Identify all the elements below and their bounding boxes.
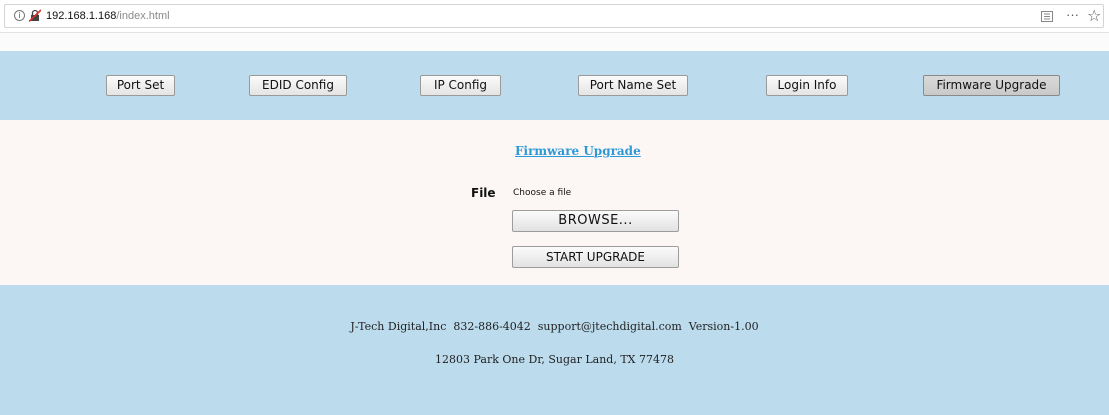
ip-config-button[interactable]: IP Config bbox=[420, 75, 501, 96]
file-status-text: Choose a file bbox=[513, 188, 572, 198]
login-info-button[interactable]: Login Info bbox=[766, 75, 848, 96]
main-content: Firmware Upgrade File Choose a file BROW… bbox=[0, 120, 1109, 285]
file-label: File bbox=[471, 186, 496, 200]
edid-config-button[interactable]: EDID Config bbox=[249, 75, 347, 96]
url-host: 192.168.1.168 bbox=[46, 10, 117, 22]
footer-contact: J-Tech Digital,Inc 832-886-4042 support@… bbox=[350, 320, 759, 333]
reader-icon[interactable] bbox=[1041, 11, 1053, 22]
star-icon[interactable]: ☆ bbox=[1087, 6, 1101, 25]
page-top-gap bbox=[0, 33, 1109, 51]
url-field[interactable]: i 192.168.1.168/index.html ··· ☆ bbox=[4, 4, 1104, 28]
port-name-set-button[interactable]: Port Name Set bbox=[578, 75, 688, 96]
page-title[interactable]: Firmware Upgrade bbox=[515, 144, 641, 158]
browser-address-bar: i 192.168.1.168/index.html ··· ☆ bbox=[0, 0, 1109, 33]
start-upgrade-button[interactable]: START UPGRADE bbox=[512, 246, 679, 268]
port-set-button[interactable]: Port Set bbox=[106, 75, 175, 96]
info-icon[interactable]: i bbox=[14, 10, 25, 21]
footer: J-Tech Digital,Inc 832-886-4042 support@… bbox=[0, 285, 1109, 415]
nav-bar: Port Set EDID Config IP Config Port Name… bbox=[0, 51, 1109, 120]
footer-address: 12803 Park One Dr, Sugar Land, TX 77478 bbox=[435, 353, 674, 366]
more-icon[interactable]: ··· bbox=[1066, 7, 1079, 22]
browse-button[interactable]: BROWSE... bbox=[512, 210, 679, 232]
url-text[interactable]: 192.168.1.168/index.html bbox=[46, 10, 170, 22]
insecure-lock-icon[interactable] bbox=[29, 9, 41, 22]
firmware-upgrade-button[interactable]: Firmware Upgrade bbox=[923, 75, 1060, 96]
url-path: /index.html bbox=[116, 10, 170, 22]
